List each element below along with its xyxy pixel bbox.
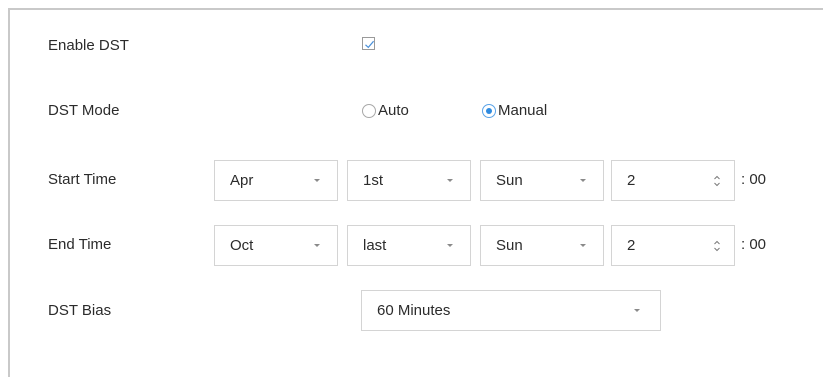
chevron-down-icon: [447, 244, 453, 247]
chevron-down-icon: [447, 179, 453, 182]
dst-bias-label: DST Bias: [48, 302, 112, 319]
radio-manual[interactable]: [482, 104, 496, 118]
start-minute-suffix: : 00: [741, 171, 767, 188]
start-month-select[interactable]: Apr: [214, 160, 338, 201]
start-week-value: 1st: [363, 172, 384, 189]
dst-bias-select[interactable]: 60 Minutes: [361, 290, 661, 331]
end-time-label: End Time: [48, 236, 112, 253]
start-hour-value: 2: [627, 172, 636, 189]
dst-settings-panel: Enable DST DST Mode Auto Manual Start Ti…: [8, 8, 823, 377]
enable-dst-checkbox[interactable]: [362, 37, 375, 50]
chevron-down-icon: [314, 179, 320, 182]
dst-mode-label: DST Mode: [48, 102, 120, 119]
chevron-down-icon: [314, 244, 320, 247]
start-time-label: Start Time: [48, 171, 117, 188]
radio-auto[interactable]: [362, 104, 376, 118]
end-week-value: last: [363, 237, 387, 254]
enable-dst-label: Enable DST: [48, 37, 129, 54]
start-day-value: Sun: [496, 172, 523, 189]
end-hour-spinner[interactable]: 2: [611, 225, 735, 266]
end-month-value: Oct: [230, 237, 254, 254]
end-hour-value: 2: [627, 237, 636, 254]
end-day-select[interactable]: Sun: [480, 225, 604, 266]
end-week-select[interactable]: last: [347, 225, 471, 266]
chevron-down-icon: [580, 244, 586, 247]
start-hour-spinner[interactable]: 2: [611, 160, 735, 201]
radio-auto-label: Auto: [378, 102, 409, 119]
chevron-down-icon: [580, 179, 586, 182]
end-day-value: Sun: [496, 237, 523, 254]
start-day-select[interactable]: Sun: [480, 160, 604, 201]
chevron-down-icon: [634, 309, 640, 312]
spinner-updown-icon[interactable]: [712, 238, 722, 254]
start-month-value: Apr: [230, 172, 254, 189]
dst-bias-value: 60 Minutes: [377, 302, 451, 319]
start-week-select[interactable]: 1st: [347, 160, 471, 201]
radio-manual-label: Manual: [498, 102, 548, 119]
spinner-updown-icon[interactable]: [712, 173, 722, 189]
check-icon: [365, 40, 375, 49]
end-minute-suffix: : 00: [741, 236, 767, 253]
end-month-select[interactable]: Oct: [214, 225, 338, 266]
